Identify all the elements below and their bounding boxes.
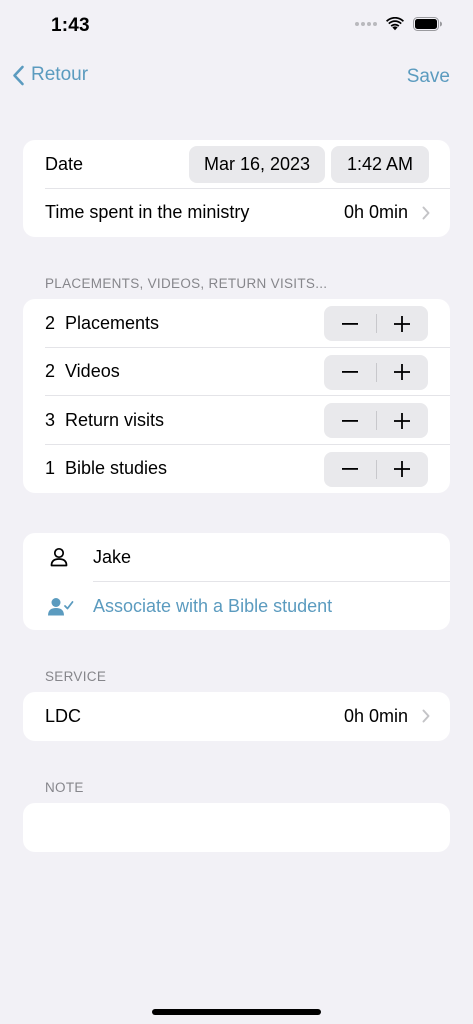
service-label: LDC <box>45 705 82 726</box>
chevron-right-icon <box>422 709 430 723</box>
associate-link[interactable]: Associate with a Bible student <box>93 596 332 617</box>
service-card: LDC 0h 0min <box>23 692 450 741</box>
counter-row-return-visits: 3 Return visits <box>23 396 450 445</box>
date-picker[interactable]: Mar 16, 2023 <box>189 146 325 183</box>
status-icons <box>355 17 443 31</box>
nav-bar: Retour Save <box>0 58 473 98</box>
date-label: Date <box>45 153 84 174</box>
status-time: 1:43 <box>51 15 90 36</box>
chevron-right-icon <box>422 206 430 220</box>
service-value: 0h 0min <box>343 705 408 726</box>
counter-row-placements: 2 Placements <box>23 299 450 348</box>
note-header: NOTE <box>45 780 84 795</box>
return-visits-label: Return visits <box>65 409 165 430</box>
decrement-button[interactable] <box>324 355 376 390</box>
back-label: Retour <box>31 64 89 85</box>
placements-label: Placements <box>65 312 160 333</box>
return-visits-count: 3 <box>45 409 56 430</box>
increment-button[interactable] <box>377 355 429 390</box>
decrement-button[interactable] <box>324 306 376 341</box>
placements-card: 2 Placements 2 Videos 3 Return visits 1 … <box>23 299 450 493</box>
decrement-button[interactable] <box>324 403 376 438</box>
bible-studies-count: 1 <box>45 458 56 479</box>
date-card: Date Mar 16, 2023 1:42 AM Time spent in … <box>23 140 450 237</box>
ministry-value: 0h 0min <box>343 202 408 223</box>
decrement-button[interactable] <box>324 452 376 487</box>
plus-icon <box>394 364 411 380</box>
plus-icon <box>394 412 411 429</box>
battery-icon <box>413 17 442 31</box>
person-card: Jake Associate with a Bible student <box>23 533 450 630</box>
person-name: Jake <box>93 547 132 567</box>
signal-dots-icon <box>355 22 377 26</box>
videos-label: Videos <box>65 361 120 382</box>
videos-stepper <box>324 354 429 390</box>
ministry-label: Time spent in the ministry <box>45 202 250 223</box>
status-bar: 1:43 <box>0 0 473 52</box>
person-icon <box>50 547 68 567</box>
counter-row-bible-studies: 1 Bible studies <box>23 445 450 494</box>
plus-icon <box>394 315 411 332</box>
return-visits-stepper <box>324 403 428 438</box>
note-field[interactable] <box>23 803 450 852</box>
plus-icon <box>394 461 411 477</box>
service-row[interactable]: LDC 0h 0min <box>23 692 450 741</box>
placements-header: PLACEMENTS, VIDEOS, RETURN VISITS... <box>45 276 328 291</box>
increment-button[interactable] <box>377 403 429 438</box>
person-check-icon <box>48 597 74 615</box>
save-button[interactable]: Save <box>407 66 450 88</box>
back-button[interactable]: Retour <box>12 64 88 86</box>
minus-icon <box>341 322 358 325</box>
service-header: SERVICE <box>45 669 107 684</box>
associate-row[interactable]: Associate with a Bible student <box>23 582 450 631</box>
minus-icon <box>341 371 358 373</box>
counter-row-videos: 2 Videos <box>23 348 450 396</box>
bible-studies-label: Bible studies <box>65 458 168 479</box>
bible-studies-stepper <box>324 451 429 487</box>
date-row: Date Mar 16, 2023 1:42 AM <box>23 140 450 189</box>
time-picker[interactable]: 1:42 AM <box>331 146 429 183</box>
person-row[interactable]: Jake <box>23 533 450 582</box>
ministry-time-row[interactable]: Time spent in the ministry 0h 0min <box>23 189 450 238</box>
increment-button[interactable] <box>377 306 429 341</box>
placements-count: 2 <box>45 312 56 333</box>
wifi-icon <box>386 17 404 31</box>
minus-icon <box>341 419 358 422</box>
placements-stepper <box>324 306 428 341</box>
chevron-left-icon <box>13 65 24 85</box>
videos-count: 2 <box>45 361 56 382</box>
home-indicator[interactable] <box>152 1009 321 1015</box>
minus-icon <box>341 468 358 470</box>
increment-button[interactable] <box>377 452 429 487</box>
